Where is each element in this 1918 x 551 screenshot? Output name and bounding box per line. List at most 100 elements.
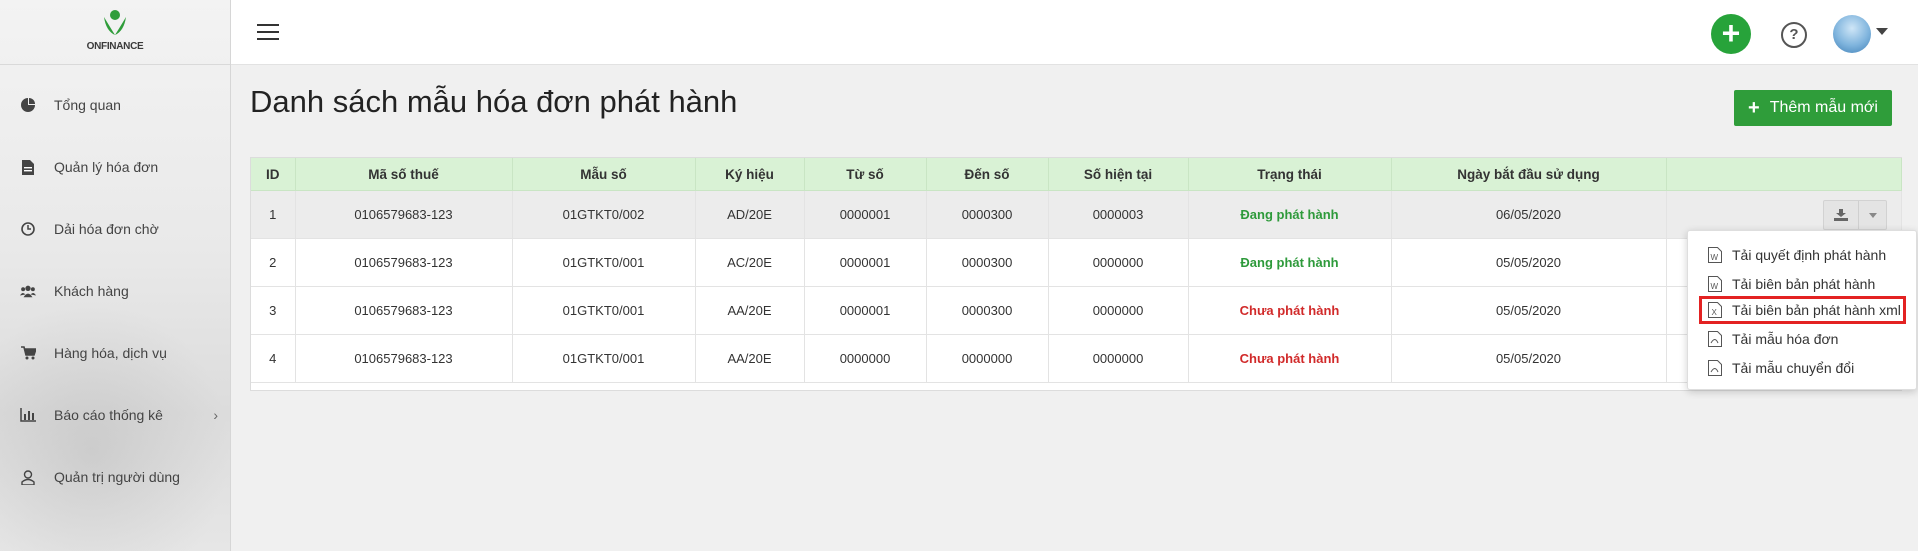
- column-header: Mã số thuế: [295, 158, 513, 191]
- cell-status: Đang phát hành: [1188, 238, 1392, 287]
- table-header-row: ID Mã số thuế Mẫu số Ký hiệu Từ số Đến s…: [251, 158, 1902, 191]
- document-icon: [20, 159, 36, 175]
- cell-id: 3: [251, 286, 296, 335]
- column-header: Số hiện tại: [1048, 158, 1189, 191]
- bar-chart-icon: [20, 407, 36, 423]
- menu-toggle-icon[interactable]: [257, 24, 279, 40]
- menu-item-download-minutes[interactable]: W Tải biên bản phát hành: [1708, 272, 1875, 296]
- table-row[interactable]: 4 0106579683-123 01GTKT0/001 AA/20E 0000…: [251, 334, 1902, 383]
- logo-text: ONFINANCE: [86, 41, 144, 52]
- logo-icon: [104, 10, 126, 35]
- sidebar-item-label: Hàng hóa, dịch vụ: [54, 345, 167, 361]
- sidebar-item-hang-hoa-dich-vu[interactable]: Hàng hóa, dịch vụ: [0, 333, 230, 373]
- sidebar-item-label: Khách hàng: [54, 283, 129, 299]
- caret-down-icon[interactable]: [1859, 201, 1886, 229]
- sidebar-item-label: Quản lý hóa đơn: [54, 159, 159, 175]
- cell-start-date: 06/05/2020: [1391, 190, 1667, 239]
- cell-status: Đang phát hành: [1188, 190, 1392, 239]
- table-row[interactable]: 1 0106579683-123 01GTKT0/002 AD/20E 0000…: [251, 190, 1902, 239]
- download-dropdown-menu: W Tải quyết định phát hành W Tải biên bả…: [1687, 230, 1917, 390]
- cell-start-date: 05/05/2020: [1391, 286, 1667, 335]
- cell-template-no: 01GTKT0/002: [512, 190, 696, 239]
- column-header: Từ số: [804, 158, 927, 191]
- quick-add-button[interactable]: +: [1711, 14, 1751, 54]
- cell-symbol: AA/20E: [695, 334, 805, 383]
- svg-text:W: W: [1711, 282, 1719, 291]
- chevron-right-icon: ›: [213, 407, 218, 423]
- menu-item-label: Tải biên bản phát hành: [1732, 276, 1876, 292]
- cell-symbol: AD/20E: [695, 190, 805, 239]
- cell-tax-code: 0106579683-123: [295, 334, 513, 383]
- sidebar: ONFINANCE Tổng quan Quản lý hóa đơn Dải …: [0, 0, 231, 551]
- avatar[interactable]: [1833, 15, 1871, 53]
- cell-current-no: 0000000: [1048, 334, 1189, 383]
- cell-id: 2: [251, 238, 296, 287]
- cell-to-no: 0000000: [926, 334, 1049, 383]
- menu-item-download-conversion-template[interactable]: Tải mẫu chuyển đổi: [1708, 356, 1854, 380]
- cell-tax-code: 0106579683-123: [295, 190, 513, 239]
- logo[interactable]: ONFINANCE: [0, 0, 230, 65]
- plus-icon: +: [1748, 96, 1760, 119]
- word-file-icon: W: [1708, 276, 1722, 292]
- menu-item-label: Tải mẫu hóa đơn: [1732, 331, 1839, 347]
- menu-item-download-invoice-template[interactable]: Tải mẫu hóa đơn: [1708, 327, 1838, 351]
- column-header: ID: [251, 158, 296, 191]
- pie-chart-icon: [20, 97, 36, 113]
- cell-start-date: 05/05/2020: [1391, 334, 1667, 383]
- sidebar-item-quan-ly-hoa-don[interactable]: Quản lý hóa đơn: [0, 147, 230, 187]
- column-header: Đến số: [926, 158, 1049, 191]
- sidebar-item-tong-quan[interactable]: Tổng quan: [0, 85, 230, 125]
- menu-item-download-decision[interactable]: W Tải quyết định phát hành: [1708, 243, 1886, 267]
- table-row[interactable]: 3 0106579683-123 01GTKT0/001 AA/20E 0000…: [251, 286, 1902, 335]
- column-header: Ngày bắt đầu sử dụng: [1391, 158, 1667, 191]
- cell-tax-code: 0106579683-123: [295, 286, 513, 335]
- add-template-button[interactable]: + Thêm mẫu mới: [1734, 90, 1892, 126]
- cell-tax-code: 0106579683-123: [295, 238, 513, 287]
- caret-down-icon[interactable]: [1876, 28, 1888, 35]
- cell-id: 1: [251, 190, 296, 239]
- cell-status: Chưa phát hành: [1188, 334, 1392, 383]
- add-template-label: Thêm mẫu mới: [1769, 99, 1878, 116]
- cell-template-no: 01GTKT0/001: [512, 238, 696, 287]
- cell-start-date: 05/05/2020: [1391, 238, 1667, 287]
- help-icon[interactable]: ?: [1781, 22, 1807, 48]
- sidebar-item-khach-hang[interactable]: Khách hàng: [0, 271, 230, 311]
- column-header: Trạng thái: [1188, 158, 1392, 191]
- highlight-box: [1699, 296, 1906, 324]
- sidebar-item-label: Quản trị người dùng: [54, 469, 180, 485]
- cell-to-no: 0000300: [926, 190, 1049, 239]
- cell-template-no: 01GTKT0/001: [512, 334, 696, 383]
- cell-id: 4: [251, 334, 296, 383]
- column-header-actions: [1666, 158, 1902, 191]
- cart-icon: [20, 345, 36, 361]
- svg-text:W: W: [1711, 253, 1719, 262]
- user-icon: [20, 469, 36, 485]
- page-title: Danh sách mẫu hóa đơn phát hành: [250, 84, 738, 119]
- cell-current-no: 0000000: [1048, 286, 1189, 335]
- download-icon[interactable]: [1824, 201, 1859, 229]
- table-row[interactable]: 2 0106579683-123 01GTKT0/001 AC/20E 0000…: [251, 238, 1902, 287]
- cell-current-no: 0000003: [1048, 190, 1189, 239]
- cell-symbol: AA/20E: [695, 286, 805, 335]
- cell-template-no: 01GTKT0/001: [512, 286, 696, 335]
- pdf-file-icon: [1708, 360, 1722, 376]
- sidebar-item-dai-hoa-don-cho[interactable]: Dải hóa đơn chờ: [0, 209, 230, 249]
- cell-to-no: 0000300: [926, 286, 1049, 335]
- cell-symbol: AC/20E: [695, 238, 805, 287]
- menu-item-label: Tải mẫu chuyển đổi: [1732, 360, 1855, 376]
- pdf-file-icon: [1708, 331, 1722, 347]
- invoice-template-table: ID Mã số thuế Mẫu số Ký hiệu Từ số Đến s…: [250, 157, 1902, 391]
- clock-icon: [20, 221, 36, 237]
- sidebar-item-label: Dải hóa đơn chờ: [54, 221, 159, 237]
- cell-from-no: 0000001: [804, 238, 927, 287]
- sidebar-item-label: Báo cáo thống kê: [54, 407, 163, 423]
- sidebar-item-bao-cao-thong-ke[interactable]: Báo cáo thống kê ›: [0, 395, 230, 435]
- menu-item-label: Tải quyết định phát hành: [1732, 247, 1887, 263]
- cell-current-no: 0000000: [1048, 238, 1189, 287]
- cell-from-no: 0000001: [804, 190, 927, 239]
- cell-to-no: 0000300: [926, 238, 1049, 287]
- download-split-button[interactable]: [1823, 200, 1887, 230]
- cell-from-no: 0000001: [804, 286, 927, 335]
- sidebar-item-quan-tri-nguoi-dung[interactable]: Quản trị người dùng: [0, 457, 230, 497]
- top-bar: + ?: [231, 0, 1918, 65]
